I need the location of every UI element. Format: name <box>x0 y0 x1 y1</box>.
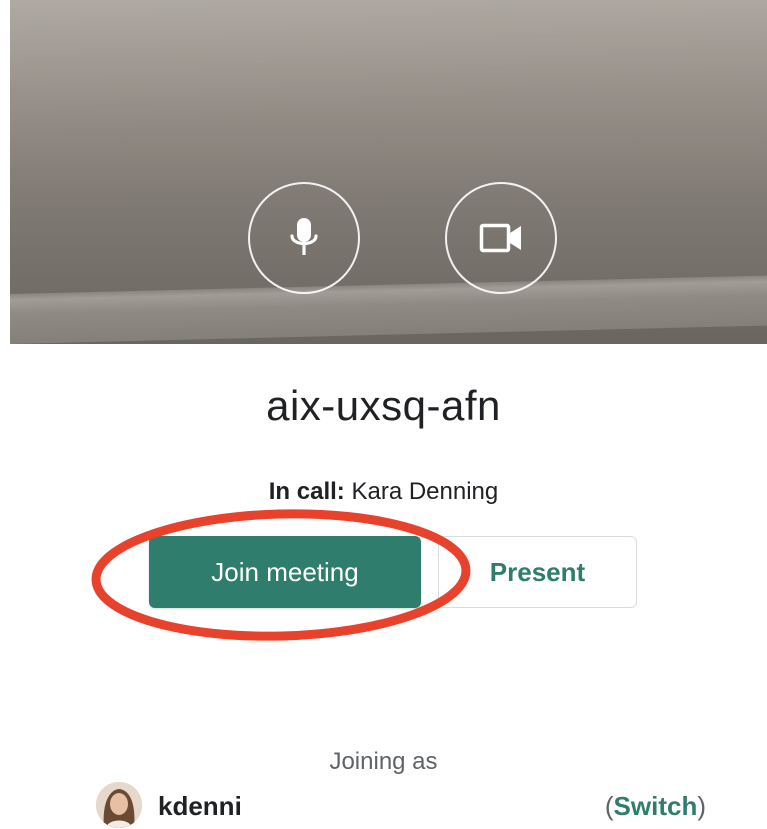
preview-floor <box>10 275 767 344</box>
microphone-toggle-button[interactable] <box>248 182 360 294</box>
user-photo-icon <box>96 782 142 828</box>
switch-close-paren: ) <box>697 791 706 821</box>
switch-open-paren: ( <box>604 791 614 821</box>
switch-account-label[interactable]: Switch <box>614 791 698 821</box>
switch-account-link[interactable]: (Switch) <box>605 791 706 822</box>
in-call-label: In call: <box>268 478 345 505</box>
avatar <box>96 782 142 828</box>
video-camera-icon <box>479 223 521 253</box>
present-button[interactable]: Present <box>438 536 637 608</box>
camera-preview <box>10 0 767 344</box>
join-meeting-button[interactable]: Join meeting <box>149 536 421 608</box>
account-row: kdenni (Switch) <box>96 782 706 828</box>
joining-as-label: Joining as <box>329 748 438 775</box>
in-call-names: Kara Denning <box>351 478 499 505</box>
camera-toggle-button[interactable] <box>445 182 557 294</box>
microphone-icon <box>290 218 318 255</box>
account-username: kdenni <box>158 791 242 821</box>
meeting-code-title: aix-uxsq-afn <box>266 382 501 429</box>
in-call-participants: In call: Kara Denning <box>0 478 767 506</box>
